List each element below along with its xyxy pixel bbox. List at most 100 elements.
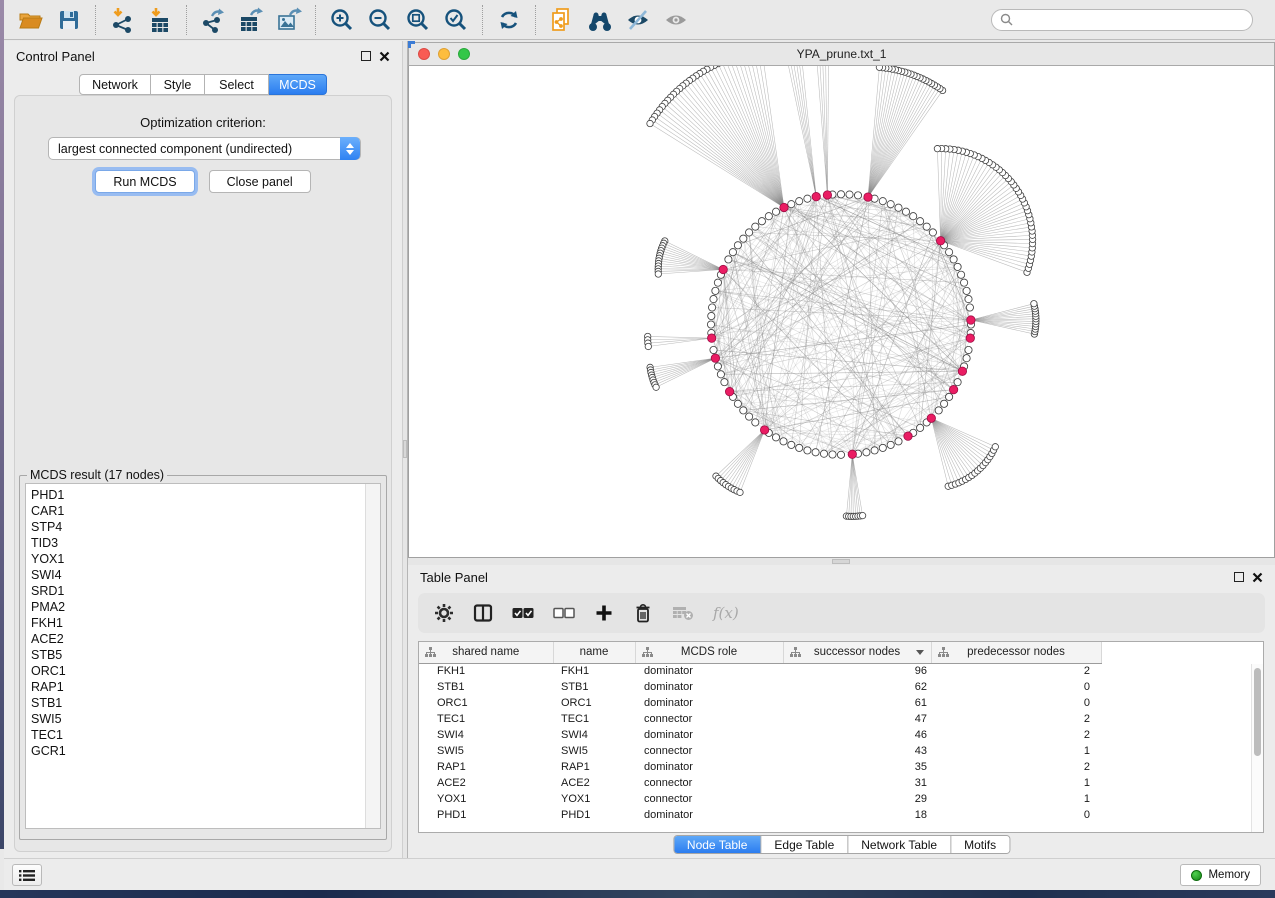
- table-cell[interactable]: 96: [783, 663, 931, 679]
- table-cell[interactable]: 2: [931, 727, 1101, 743]
- mcds-result-item[interactable]: PMA2: [26, 599, 380, 615]
- mcds-result-item[interactable]: TID3: [26, 535, 380, 551]
- tab-motifs[interactable]: Motifs: [951, 836, 1009, 853]
- result-list-scrollbar[interactable]: [365, 484, 380, 828]
- mcds-result-item[interactable]: YOX1: [26, 551, 380, 567]
- table-cell[interactable]: connector: [635, 743, 783, 759]
- mcds-result-item[interactable]: STB1: [26, 695, 380, 711]
- table-cell[interactable]: 61: [783, 695, 931, 711]
- mcds-result-item[interactable]: TEC1: [26, 727, 380, 743]
- table-row[interactable]: YOX1YOX1connector291: [419, 791, 1101, 807]
- table-cell[interactable]: dominator: [635, 727, 783, 743]
- table-cell[interactable]: YOX1: [419, 791, 553, 807]
- mcds-result-list[interactable]: PHD1CAR1STP4TID3YOX1SWI4SRD1PMA2FKH1ACE2…: [25, 483, 381, 829]
- search-input[interactable]: [1018, 11, 1252, 29]
- table-cell[interactable]: 0: [931, 679, 1101, 695]
- network-window-titlebar[interactable]: YPA_prune.txt_1: [408, 42, 1275, 66]
- table-cell[interactable]: 31: [783, 775, 931, 791]
- mcds-result-item[interactable]: STB5: [26, 647, 380, 663]
- open-file-icon[interactable]: [12, 4, 50, 36]
- memory-button[interactable]: Memory: [1180, 864, 1261, 886]
- table-row[interactable]: ACE2ACE2connector311: [419, 775, 1101, 791]
- table-cell[interactable]: 1: [931, 791, 1101, 807]
- search-network-icon[interactable]: [581, 4, 619, 36]
- table-scrollbar[interactable]: [1251, 664, 1263, 832]
- table-cell[interactable]: 0: [931, 695, 1101, 711]
- float-panel-icon[interactable]: [1234, 572, 1244, 582]
- table-cell[interactable]: STB1: [419, 679, 553, 695]
- table-cell[interactable]: dominator: [635, 695, 783, 711]
- column-header-successor-nodes[interactable]: successor nodes: [783, 642, 931, 663]
- table-cell[interactable]: TEC1: [553, 711, 635, 727]
- hide-selected-icon[interactable]: [619, 4, 657, 36]
- mcds-result-item[interactable]: STP4: [26, 519, 380, 535]
- table-cell[interactable]: 46: [783, 727, 931, 743]
- table-row[interactable]: PHD1PHD1dominator180: [419, 807, 1101, 823]
- table-row[interactable]: STB1STB1dominator620: [419, 679, 1101, 695]
- mcds-result-item[interactable]: ACE2: [26, 631, 380, 647]
- table-cell[interactable]: dominator: [635, 663, 783, 679]
- table-row[interactable]: TEC1TEC1connector472: [419, 711, 1101, 727]
- table-cell[interactable]: FKH1: [553, 663, 635, 679]
- column-header-predecessor-nodes[interactable]: predecessor nodes: [931, 642, 1101, 663]
- table-cell[interactable]: 35: [783, 759, 931, 775]
- task-history-button[interactable]: [12, 864, 42, 886]
- table-cell[interactable]: RAP1: [553, 759, 635, 775]
- table-cell[interactable]: SWI5: [419, 743, 553, 759]
- tab-node-table[interactable]: Node Table: [674, 836, 762, 853]
- destroy-network-icon[interactable]: [543, 4, 581, 36]
- table-scrollbar-thumb[interactable]: [1254, 668, 1261, 756]
- table-cell[interactable]: PHD1: [553, 807, 635, 823]
- mcds-result-item[interactable]: CAR1: [26, 503, 380, 519]
- zoom-out-icon[interactable]: [361, 4, 399, 36]
- mcds-result-item[interactable]: GCR1: [26, 743, 380, 759]
- column-selector-icon[interactable]: [473, 601, 493, 625]
- refresh-view-icon[interactable]: [490, 4, 528, 36]
- mcds-result-item[interactable]: SWI4: [26, 567, 380, 583]
- table-cell[interactable]: STB1: [553, 679, 635, 695]
- table-cell[interactable]: 1: [931, 743, 1101, 759]
- table-cell[interactable]: ACE2: [419, 775, 553, 791]
- table-cell[interactable]: 0: [931, 807, 1101, 823]
- import-table-icon[interactable]: [141, 4, 179, 36]
- table-row[interactable]: RAP1RAP1dominator352: [419, 759, 1101, 775]
- tab-edge-table[interactable]: Edge Table: [761, 836, 848, 853]
- zoom-selected-icon[interactable]: [437, 4, 475, 36]
- delete-column-icon[interactable]: [633, 601, 653, 625]
- mcds-result-item[interactable]: PHD1: [26, 487, 380, 503]
- import-network-icon[interactable]: [103, 4, 141, 36]
- mcds-result-item[interactable]: SRD1: [26, 583, 380, 599]
- table-row[interactable]: SWI4SWI4dominator462: [419, 727, 1101, 743]
- table-cell[interactable]: 2: [931, 711, 1101, 727]
- export-table-icon[interactable]: [232, 4, 270, 36]
- float-panel-icon[interactable]: [361, 51, 371, 61]
- table-cell[interactable]: 2: [931, 759, 1101, 775]
- table-cell[interactable]: connector: [635, 775, 783, 791]
- table-cell[interactable]: connector: [635, 711, 783, 727]
- run-mcds-button[interactable]: Run MCDS: [95, 170, 194, 193]
- zoom-in-icon[interactable]: [323, 4, 361, 36]
- table-row[interactable]: ORC1ORC1dominator610: [419, 695, 1101, 711]
- select-all-icon[interactable]: [512, 601, 534, 625]
- splitter-grip[interactable]: [832, 559, 850, 564]
- table-row[interactable]: FKH1FKH1dominator962: [419, 663, 1101, 679]
- table-cell[interactable]: PHD1: [419, 807, 553, 823]
- close-panel-button[interactable]: Close panel: [209, 170, 311, 193]
- table-cell[interactable]: YOX1: [553, 791, 635, 807]
- save-session-icon[interactable]: [50, 4, 88, 36]
- table-cell[interactable]: 29: [783, 791, 931, 807]
- splitter-grip[interactable]: [403, 440, 407, 458]
- add-column-icon[interactable]: [594, 601, 614, 625]
- table-row[interactable]: SWI5SWI5connector431: [419, 743, 1101, 759]
- export-network-icon[interactable]: [194, 4, 232, 36]
- horizontal-splitter[interactable]: [408, 558, 1275, 565]
- optimization-criterion-select[interactable]: largest connected component (undirected): [48, 137, 361, 160]
- table-cell[interactable]: SWI4: [553, 727, 635, 743]
- tab-network[interactable]: Network: [79, 74, 151, 95]
- table-cell[interactable]: dominator: [635, 679, 783, 695]
- table-cell[interactable]: ORC1: [553, 695, 635, 711]
- deselect-all-icon[interactable]: [553, 601, 575, 625]
- table-cell[interactable]: 1: [931, 775, 1101, 791]
- table-cell[interactable]: connector: [635, 791, 783, 807]
- settings-gear-icon[interactable]: [434, 601, 454, 625]
